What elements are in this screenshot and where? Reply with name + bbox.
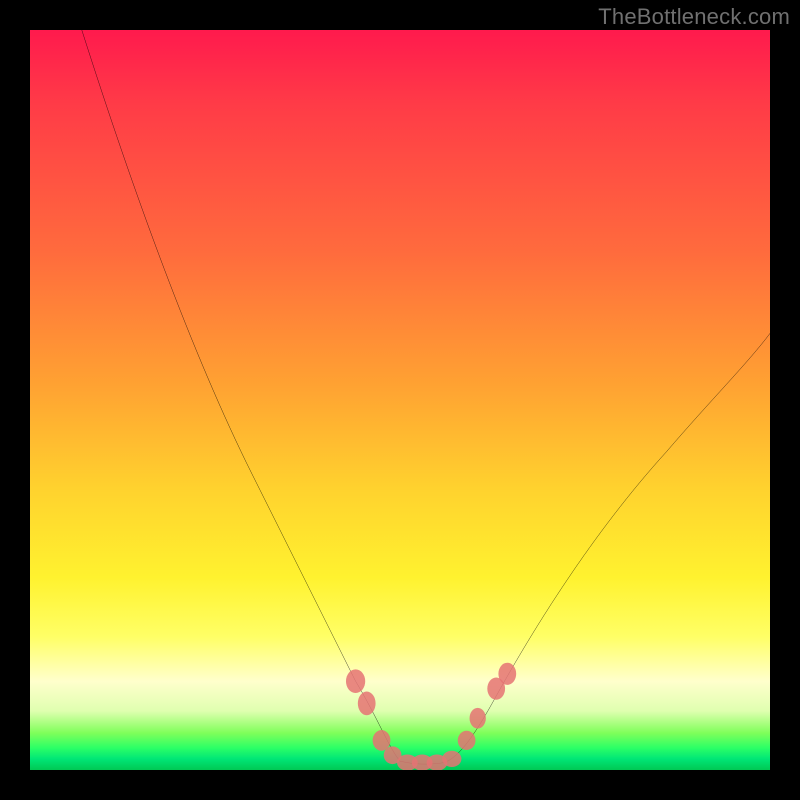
watermark-text: TheBottleneck.com [598,4,790,30]
plot-area [30,30,770,770]
highlight-dots [346,663,516,770]
bottleneck-curve [82,30,770,764]
curve-svg [30,30,770,770]
chart-frame: TheBottleneck.com [0,0,800,800]
